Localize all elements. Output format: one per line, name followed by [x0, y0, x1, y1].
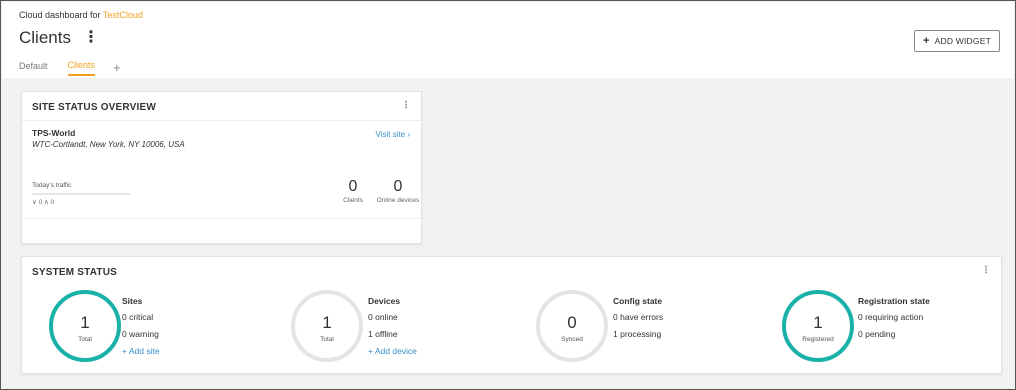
gauge-label: Total — [78, 336, 92, 343]
card-title: SYSTEM STATUS — [32, 267, 118, 278]
sites-gauge: 1 Total — [49, 290, 121, 362]
page-header: Cloud dashboard for TestCloud Clients ⋮ … — [2, 2, 1014, 78]
registration-state-gauge: 1 Registered — [782, 290, 854, 362]
clients-count: 0 — [348, 178, 358, 195]
section-line: 0 have errors — [613, 312, 664, 322]
dashboard-tabs: Default Clients + — [19, 60, 121, 76]
title-row: Clients ⋮ — [19, 28, 99, 48]
registration-state-section: Registration state 0 requiring action 0 … — [858, 296, 930, 346]
section-title: Registration state — [858, 296, 930, 306]
site-address: WTC-Cortlandt, New York, NY 10006, USA — [32, 140, 185, 149]
kebab-menu-icon[interactable]: ⋮ — [83, 30, 99, 46]
add-widget-button[interactable]: + ADD WIDGET — [914, 30, 1000, 52]
online-devices-stat: 0 Online devices — [376, 178, 420, 204]
site-name: TPS-World — [32, 128, 76, 138]
add-widget-label: ADD WIDGET — [934, 36, 991, 46]
visit-site-link[interactable]: Visit site › — [375, 130, 410, 139]
devices-gauge: 1 Total — [291, 290, 363, 362]
traffic-bar — [32, 193, 130, 195]
gauge-label: Total — [320, 336, 334, 343]
plus-icon[interactable]: + — [113, 61, 121, 74]
section-title: Devices — [368, 296, 401, 306]
subtitle-text: Cloud dashboard for — [19, 10, 103, 20]
section-line: 0 online — [368, 312, 398, 322]
gauge-value: 1 — [322, 313, 332, 332]
gauge-value: 0 — [567, 313, 577, 332]
gauge-label: Synced — [561, 336, 583, 343]
dashboard-frame: Cloud dashboard for TestCloud Clients ⋮ … — [0, 0, 1016, 390]
kebab-menu-icon[interactable]: ⋮ — [981, 265, 991, 276]
gauge-label: Registered — [802, 336, 834, 343]
section-line: 0 requiring action — [858, 312, 924, 322]
plus-icon: + — [923, 35, 930, 47]
divider — [22, 120, 421, 121]
divider — [22, 218, 421, 219]
section-line: 0 warning — [122, 329, 159, 339]
devices-section: Devices 0 online 1 offline + Add device — [368, 296, 417, 356]
config-state-gauge: 0 Synced — [536, 290, 608, 362]
clients-stat: 0 Clients — [333, 178, 373, 204]
system-status-card: SYSTEM STATUS ⋮ 1 Total Sites 0 critical… — [21, 256, 1002, 374]
card-title: SITE STATUS OVERVIEW — [32, 102, 157, 113]
tab-default[interactable]: Default — [19, 61, 48, 75]
online-devices-count: 0 — [393, 178, 403, 195]
sites-section: Sites 0 critical 0 warning + Add site — [122, 296, 160, 356]
add-site-link[interactable]: + Add site — [122, 346, 160, 356]
section-line: 1 offline — [368, 329, 398, 339]
gauge-value: 1 — [80, 313, 90, 332]
add-device-link[interactable]: + Add device — [368, 346, 417, 356]
page-title: Clients — [19, 28, 71, 47]
traffic-label: Today's traffic — [32, 182, 72, 189]
online-devices-label: Online devices — [376, 197, 420, 204]
section-line: 0 critical — [122, 312, 154, 322]
cloud-name-link[interactable]: TestCloud — [103, 10, 143, 20]
dashboard-subtitle: Cloud dashboard for TestCloud — [19, 10, 143, 20]
section-line: 0 pending — [858, 329, 896, 339]
section-title: Config state — [613, 296, 663, 306]
tab-clients[interactable]: Clients — [67, 60, 96, 76]
clients-label: Clients — [343, 197, 363, 204]
section-line: 1 processing — [613, 329, 662, 339]
config-state-section: Config state 0 have errors 1 processing — [613, 296, 663, 346]
traffic-values: ∨ 0 ∧ 0 — [32, 199, 55, 206]
kebab-menu-icon[interactable]: ⋮ — [401, 100, 411, 111]
section-title: Sites — [122, 296, 143, 306]
site-status-card: SITE STATUS OVERVIEW ⋮ TPS-World WTC-Cor… — [21, 91, 422, 244]
gauge-value: 1 — [813, 313, 823, 332]
